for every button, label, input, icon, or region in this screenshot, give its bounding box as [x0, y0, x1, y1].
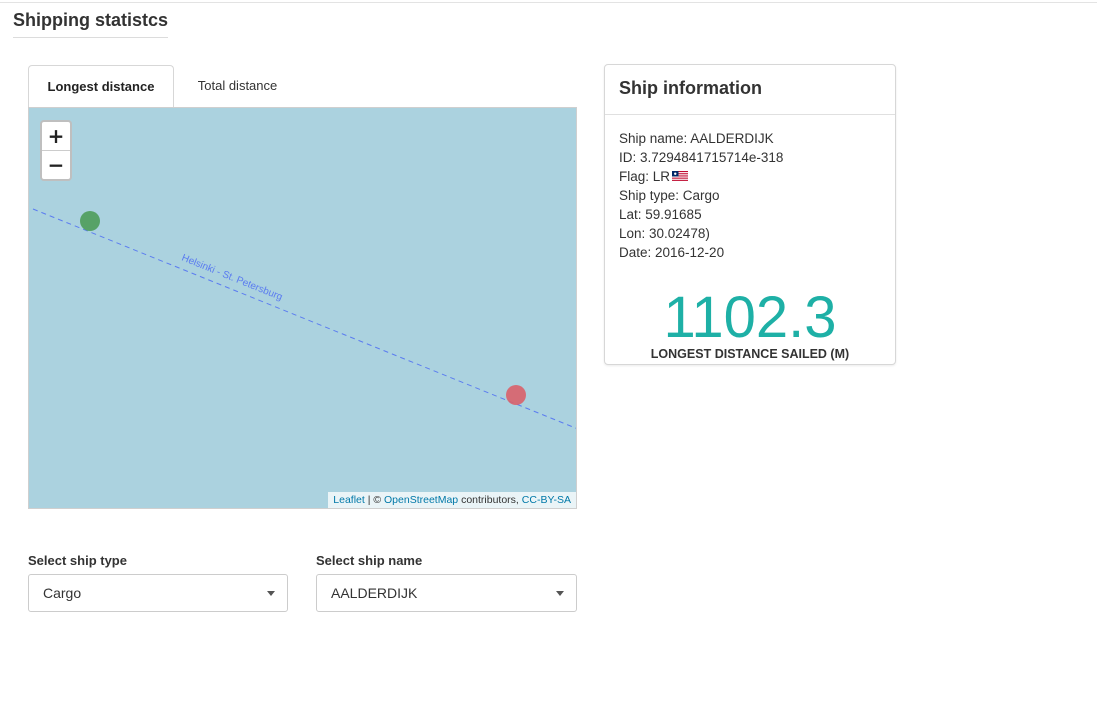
flag-text: Flag: LR [619, 169, 671, 184]
page-title: Shipping statistcs [13, 10, 169, 38]
date-line: Date: 2016-12-20 [619, 245, 725, 260]
ship-flag-line: Flag: LR [619, 167, 783, 186]
liberia-flag-icon [672, 171, 689, 182]
longest-distance-value: 1102.3 [663, 285, 837, 350]
zoom-in-button[interactable]: + [42, 122, 70, 151]
attribution-contributors: contributors, [458, 494, 522, 506]
end-marker[interactable] [506, 385, 526, 405]
start-marker[interactable] [80, 211, 100, 231]
top-divider [0, 2, 1097, 3]
tab-longest-distance[interactable]: Longest distance [28, 65, 174, 109]
lon-line: Lon: 30.02478) [619, 226, 710, 241]
ship-name-select[interactable]: AALDERDIJK [316, 574, 577, 612]
lat-line: Lat: 59.91685 [619, 207, 702, 222]
ship-id-line: ID: 3.7294841715714e-318 [619, 150, 784, 165]
osm-link[interactable]: OpenStreetMap [384, 494, 458, 506]
leaflet-link[interactable]: Leaflet [333, 494, 365, 506]
ship-info-details: Ship name: AALDERDIJK ID: 3.729484171571… [619, 129, 783, 262]
route-label: Helsinki - St. Petersburg [180, 253, 284, 304]
license-link[interactable]: CC-BY-SA [522, 494, 571, 506]
route-line [32, 208, 576, 429]
map-attribution: Leaflet | © OpenStreetMap contributors, … [328, 492, 576, 508]
attribution-separator: | © [364, 494, 385, 506]
longest-distance-caption: LONGEST DISTANCE SAILED (M) [650, 347, 850, 361]
ship-info-card: Ship information Ship name: AALDERDIJK I… [604, 64, 896, 365]
ship-name-label: Select ship name [316, 553, 423, 568]
zoom-out-button[interactable]: − [42, 151, 70, 179]
zoom-control: + − [40, 120, 72, 181]
ship-name-value: AALDERDIJK [331, 585, 418, 601]
tab-total-distance[interactable]: Total distance [180, 65, 295, 107]
ship-type-value: Cargo [43, 585, 82, 601]
chevron-down-icon [556, 591, 564, 596]
chevron-down-icon [267, 591, 275, 596]
card-title: Ship information [605, 65, 895, 115]
ship-type-label: Select ship type [28, 553, 127, 568]
ship-name-line: Ship name: AALDERDIJK [619, 131, 774, 146]
map-overlay: Helsinki - St. Petersburg [32, 208, 576, 429]
tab-bar: Longest distance Total distance [28, 65, 577, 109]
ship-type-line: Ship type: Cargo [619, 188, 720, 203]
map[interactable]: Helsinki - St. Petersburg + − Leaflet | … [28, 107, 577, 509]
ship-type-select[interactable]: Cargo [28, 574, 288, 612]
